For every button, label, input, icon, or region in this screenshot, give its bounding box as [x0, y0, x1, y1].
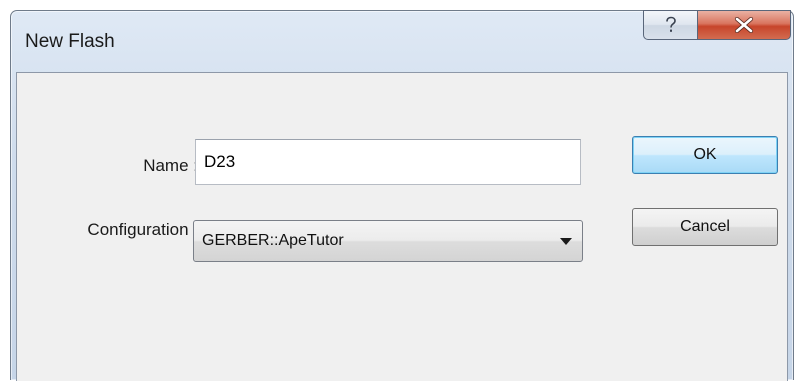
dialog-title: New Flash: [25, 31, 115, 52]
help-question-icon: [665, 16, 676, 32]
caption-buttons: [643, 10, 791, 40]
configuration-select[interactable]: GERBER::ApeTutor: [193, 220, 583, 262]
ok-button[interactable]: OK: [632, 136, 778, 174]
help-button[interactable]: [643, 10, 697, 40]
close-button[interactable]: [697, 10, 791, 40]
configuration-label: Configuration :: [87, 220, 198, 239]
cancel-button[interactable]: Cancel: [632, 208, 778, 246]
configuration-select-value: GERBER::ApeTutor: [202, 232, 344, 249]
name-input[interactable]: [195, 139, 581, 185]
dropdown-arrow-icon: [560, 237, 572, 245]
close-x-icon: [734, 17, 754, 33]
name-label: Name :: [143, 156, 198, 175]
dialog-window: New Flash Name : Configuration : GERBER:…: [10, 10, 794, 381]
dialog-client-area: Name : Configuration : GERBER::ApeTutor …: [16, 72, 788, 381]
